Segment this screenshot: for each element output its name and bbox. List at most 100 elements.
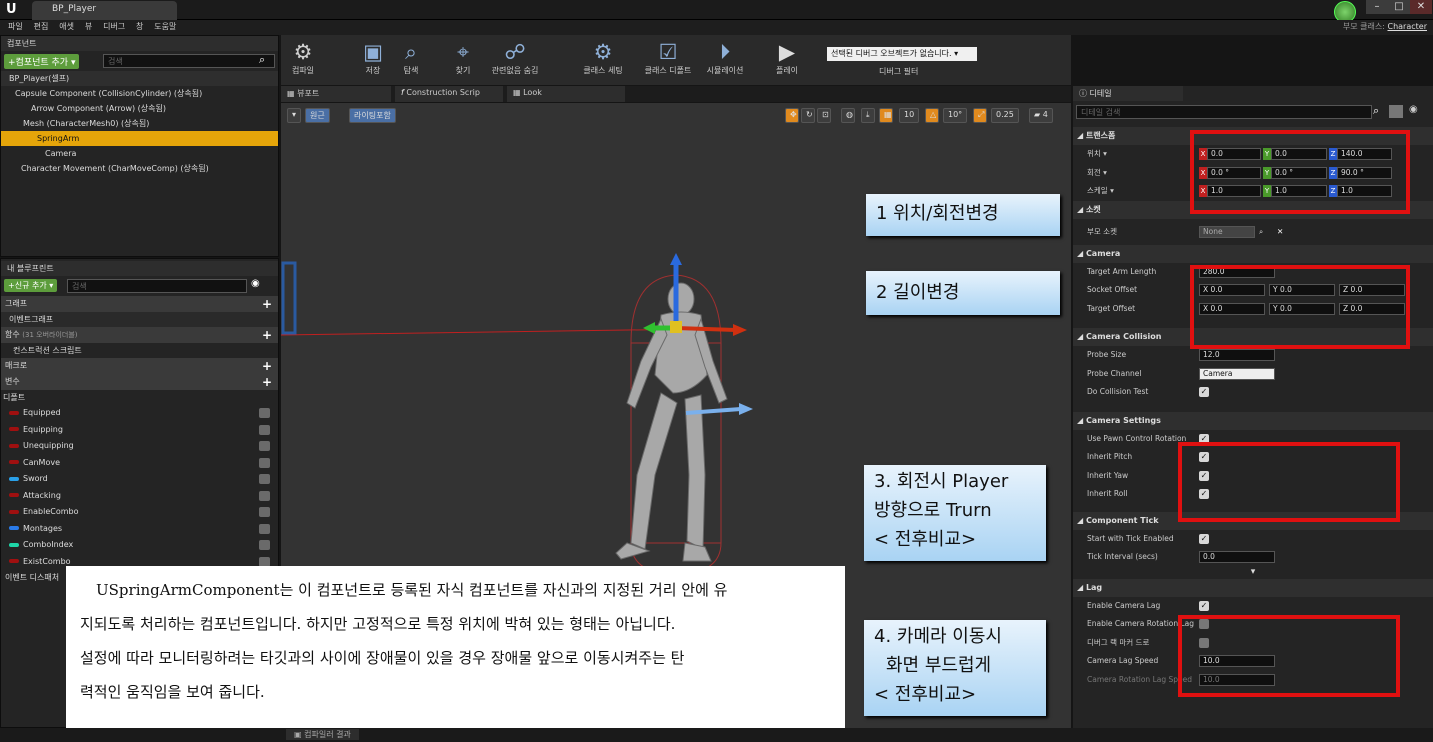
graph-section[interactable]: 그래프 + [1, 296, 278, 312]
variables-section[interactable]: 변수 + [1, 374, 278, 390]
components-tab[interactable]: 컴포넌트 [1, 36, 278, 51]
class-defaults-button[interactable]: ☑ 클래스 디폴트 [639, 39, 697, 76]
component-character-movement[interactable]: Character Movement (CharMoveComp) (상속됨) [1, 161, 278, 176]
hide-unrelated-button[interactable]: ☍ 관련없음 숨김 [485, 39, 545, 76]
compiler-results-tab[interactable]: ▣ 컴파일러 결과 [286, 729, 359, 740]
component-camera[interactable]: Camera [1, 146, 278, 161]
functions-section[interactable]: 함수 (31 오버라이더블) + [1, 327, 278, 343]
play-button[interactable]: ▶ 플레이 [765, 39, 809, 76]
details-tab[interactable]: ⓘ 디테일 [1073, 86, 1183, 101]
component-capsule[interactable]: Capsule Component (CollisionCylinder) (상… [1, 86, 278, 101]
lag-section[interactable]: ◢ Lag [1073, 578, 1433, 597]
menu-bar: 파일 편집 애셋 뷰 디버그 창 도움말 [0, 20, 1433, 35]
event-graph-item[interactable]: 이벤트그래프 [1, 312, 278, 327]
visibility-icon[interactable] [259, 556, 270, 567]
highlight-lag [1178, 615, 1400, 697]
component-arrow[interactable]: Arrow Component (Arrow) (상속됨) [1, 101, 278, 116]
play-icon: ▶ [778, 40, 796, 64]
debug-object-select[interactable]: 선택된 디버그 오브젝트가 없습니다. ▾ [827, 47, 977, 61]
probe-size-field[interactable]: 12.0 [1199, 349, 1275, 361]
probe-channel-select[interactable]: Camera [1199, 367, 1275, 380]
construction-script-item[interactable]: 컨스트럭션 스크립트 [1, 343, 278, 358]
start-tick-checkbox[interactable]: ✓ [1199, 533, 1209, 544]
browse-button[interactable]: ⌕ 탐색 [389, 39, 433, 76]
camera-section[interactable]: ◢ Camera [1073, 244, 1433, 263]
add-new-button[interactable]: +신규 추가 ▾ [4, 279, 58, 292]
my-blueprint-tab[interactable]: 내 블루프린트 [1, 261, 278, 276]
do-collision-test-checkbox[interactable]: ✓ [1199, 387, 1209, 397]
compile-button[interactable]: ⚙ 컴파일 [281, 39, 325, 76]
tick-interval-field[interactable]: 0.0 [1199, 551, 1275, 563]
tab-construction-script[interactable]: f Construction Scrip [395, 86, 503, 102]
visibility-icon[interactable] [259, 523, 270, 534]
clear-icon[interactable]: ✕ [1277, 219, 1283, 245]
minimize-button[interactable]: – [1366, 0, 1388, 14]
component-springarm[interactable]: SpringArm [1, 131, 278, 146]
variable-item[interactable]: CanMove [1, 455, 278, 472]
enable-camera-lag-checkbox[interactable]: ✓ [1199, 600, 1209, 611]
visibility-icon[interactable] [259, 490, 270, 501]
do-collision-test-row: Do Collision Test ✓ [1087, 387, 1209, 397]
parent-class-link[interactable]: Character [1388, 22, 1428, 31]
variable-item[interactable]: EnableCombo [1, 504, 278, 521]
variable-item[interactable]: Equipping [1, 422, 278, 439]
eye-icon[interactable]: ◉ [1409, 104, 1418, 115]
add-component-button[interactable]: +컴포넌트 추가 ▾ [4, 54, 80, 69]
menu-file[interactable]: 파일 [8, 20, 23, 34]
variable-item[interactable]: Montages [1, 521, 278, 538]
menu-window[interactable]: 창 [136, 20, 143, 34]
simulation-button[interactable]: ⏵ 시뮬레이션 [703, 39, 747, 76]
menu-help[interactable]: 도움말 [154, 20, 176, 34]
add-function-icon[interactable]: + [262, 327, 272, 343]
eye-icon[interactable]: ◉ [251, 278, 260, 289]
menu-view[interactable]: 뷰 [85, 20, 92, 34]
variable-type-icon [9, 476, 19, 481]
visibility-icon[interactable] [259, 507, 270, 517]
visibility-icon[interactable] [259, 441, 270, 451]
visibility-icon[interactable] [259, 408, 270, 418]
components-search-input[interactable]: 검색 [103, 54, 275, 68]
find-icon: ⌖ [457, 40, 469, 64]
close-button[interactable]: ✕ [1410, 0, 1432, 14]
hide-unrelated-icon: ☍ [504, 40, 526, 64]
search-icon[interactable]: ⌕ [1259, 219, 1263, 245]
parent-socket-field[interactable]: None [1199, 225, 1255, 238]
document-tab[interactable]: BP_Player [32, 1, 177, 20]
menu-edit[interactable]: 편집 [34, 20, 49, 34]
details-search-input[interactable]: 디테일 검색 [1076, 105, 1372, 119]
search-icon: ⌕ [1373, 104, 1380, 117]
class-settings-button[interactable]: ⚙ 클래스 세팅 [581, 39, 625, 76]
expand-advanced-icon[interactable]: ▾ [1073, 567, 1433, 579]
visibility-icon[interactable] [259, 424, 270, 435]
visibility-icon[interactable] [259, 540, 270, 550]
parent-socket-row: 부모 소켓 None ⌕ ✕ [1073, 219, 1433, 245]
add-graph-icon[interactable]: + [262, 296, 272, 312]
variable-item[interactable]: Attacking [1, 488, 278, 505]
variable-item[interactable]: Sword [1, 471, 278, 488]
variable-item[interactable]: ComboIndex [1, 537, 278, 554]
add-variable-icon[interactable]: + [262, 374, 272, 390]
variable-type-icon [9, 443, 19, 448]
maximize-button[interactable]: □ [1388, 0, 1410, 14]
components-panel: 컴포넌트 +컴포넌트 추가 ▾ 검색 ⌕ BP_Player(셀프) Capsu… [0, 35, 279, 257]
macros-section[interactable]: 매크로 + [1, 358, 278, 374]
variable-list: Equipped Equipping Unequipping CanMove Sword… [1, 405, 278, 570]
variable-item[interactable]: Unequipping [1, 438, 278, 455]
blueprint-search-input[interactable]: 검색 [67, 279, 247, 293]
tab-viewport[interactable]: ▦ 뷰포트 [281, 86, 391, 102]
variable-type-icon [9, 427, 19, 431]
camera-settings-section[interactable]: ◢ Camera Settings [1073, 411, 1433, 430]
view-options-icon[interactable] [1389, 105, 1403, 118]
start-tick-row: Start with Tick Enabled ✓ [1087, 533, 1209, 544]
add-macro-icon[interactable]: + [262, 358, 272, 374]
default-category[interactable]: 디폴트 [1, 390, 278, 405]
menu-asset[interactable]: 애셋 [59, 20, 74, 34]
menu-debug[interactable]: 디버그 [103, 20, 125, 34]
visibility-icon[interactable] [259, 457, 270, 468]
visibility-icon[interactable] [259, 474, 270, 484]
variable-item[interactable]: Equipped [1, 405, 278, 422]
tab-look[interactable]: ▦ Look [507, 86, 625, 102]
find-button[interactable]: ⌖ 찾기 [441, 39, 485, 76]
component-root[interactable]: BP_Player(셀프) [1, 71, 278, 86]
component-mesh[interactable]: Mesh (CharacterMesh0) (상속됨) [1, 116, 278, 131]
